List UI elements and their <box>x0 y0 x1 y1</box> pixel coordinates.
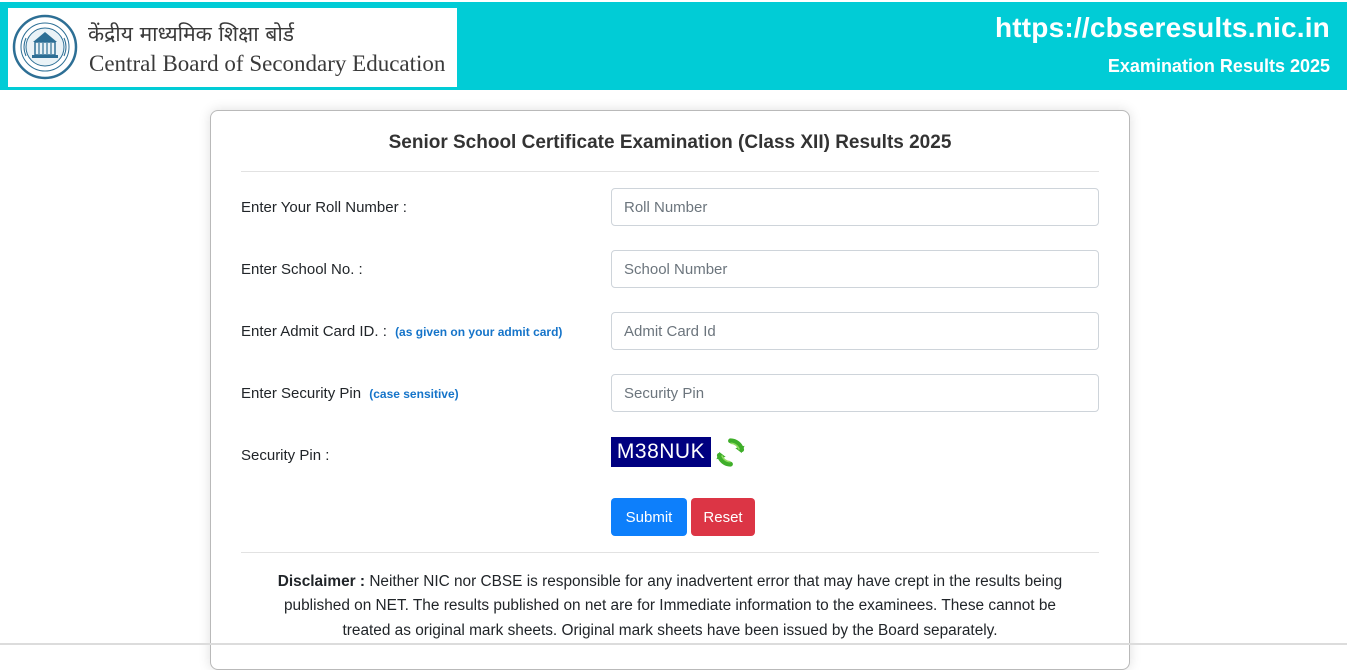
title-divider <box>241 171 1099 172</box>
disclaimer-text: Neither NIC nor CBSE is responsible for … <box>284 573 1063 639</box>
cbse-logo-banner[interactable]: केंद्रीय माध्यमिक शिक्षा बोर्ड Central B… <box>8 8 457 87</box>
roll-number-label-text: Enter Your Roll Number : <box>241 199 407 216</box>
school-number-input[interactable] <box>611 250 1099 288</box>
results-form-card: Senior School Certificate Examination (C… <box>210 110 1130 670</box>
site-subtitle: Examination Results 2025 <box>1107 56 1330 76</box>
refresh-icon[interactable] <box>714 436 747 469</box>
school-number-label: Enter School No. : <box>241 261 363 278</box>
admit-card-hint: (as given on your admit card) <box>395 325 563 339</box>
form-divider <box>241 552 1099 553</box>
admit-card-input[interactable] <box>611 312 1099 350</box>
school-number-label-text: Enter School No. : <box>241 261 363 278</box>
submit-button[interactable]: Submit <box>611 498 687 536</box>
security-pin-hint: (case sensitive) <box>369 387 459 401</box>
captcha-image: M38NUK <box>611 437 711 467</box>
site-url: https://cbseresults.nic.in <box>994 12 1330 43</box>
board-name-english: Central Board of Secondary Education <box>89 51 446 76</box>
security-pin-label-text: Enter Security Pin <box>241 385 362 402</box>
admit-card-label: Enter Admit Card ID. : (as given on your… <box>241 323 562 340</box>
cbse-emblem-icon <box>12 14 78 80</box>
board-name-hindi: केंद्रीय माध्यमिक शिक्षा बोर्ड <box>88 22 295 46</box>
form-title: Senior School Certificate Examination (C… <box>388 132 952 153</box>
disclaimer: Disclaimer : Neither NIC nor CBSE is res… <box>261 570 1079 643</box>
disclaimer-heading: Disclaimer : <box>277 573 366 590</box>
captcha-label-text: Security Pin : <box>241 447 330 464</box>
security-pin-input[interactable] <box>611 374 1099 412</box>
admit-card-label-text: Enter Admit Card ID. : <box>241 323 387 340</box>
roll-number-label: Enter Your Roll Number : <box>241 199 407 216</box>
reset-button[interactable]: Reset <box>691 498 755 536</box>
captcha-label: Security Pin : <box>241 447 329 464</box>
roll-number-input[interactable] <box>611 188 1099 226</box>
security-pin-label: Enter Security Pin (case sensitive) <box>241 385 459 402</box>
site-header: केंद्रीय माध्यमिक शिक्षा बोर्ड Central B… <box>0 0 1347 90</box>
